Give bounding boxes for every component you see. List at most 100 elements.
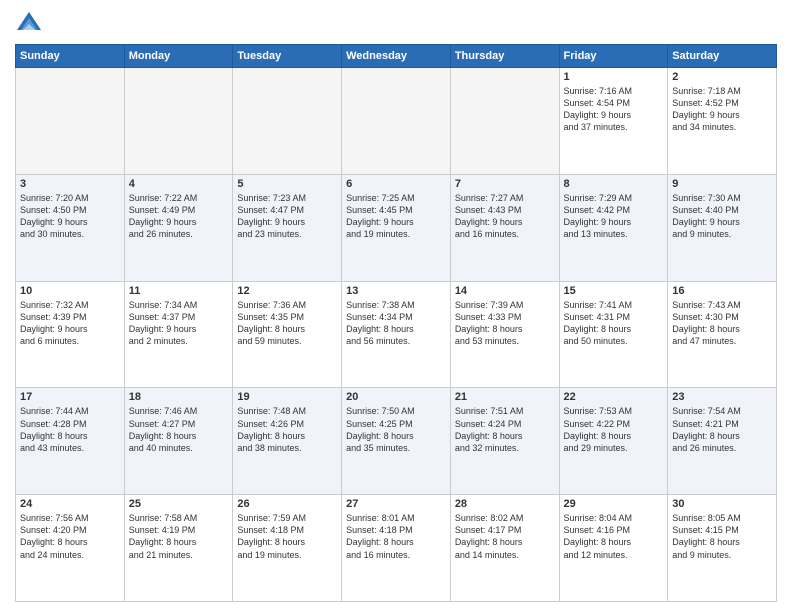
calendar-cell: 9 Sunrise: 7:30 AM Sunset: 4:40 PM Daylig… — [668, 174, 777, 281]
day-info: Sunrise: 7:56 AM Sunset: 4:20 PM Dayligh… — [20, 512, 120, 561]
calendar-cell — [124, 68, 233, 175]
day-number: 1 — [564, 71, 664, 83]
day-info: Sunrise: 7:18 AM Sunset: 4:52 PM Dayligh… — [672, 85, 772, 134]
calendar-table: SundayMondayTuesdayWednesdayThursdayFrid… — [15, 44, 777, 602]
calendar-cell: 19Sunrise: 7:48 AM Sunset: 4:26 PM Dayli… — [233, 388, 342, 495]
day-number: 25 — [129, 498, 229, 510]
day-info: Sunrise: 7:46 AM Sunset: 4:27 PM Dayligh… — [129, 405, 229, 454]
calendar-cell: 4 Sunrise: 7:22 AM Sunset: 4:49 PM Daylig… — [124, 174, 233, 281]
day-info: Sunrise: 7:16 AM Sunset: 4:54 PM Dayligh… — [564, 85, 664, 134]
calendar-cell: 20 Sunrise: 7:50 AM Sunset: 4:25 PM Dayli… — [342, 388, 451, 495]
day-number: 3 — [20, 178, 120, 190]
calendar-cell — [342, 68, 451, 175]
calendar-cell: 29Sunrise: 8:04 AM Sunset: 4:16 PM Dayli… — [559, 495, 668, 602]
calendar-cell: 7 Sunrise: 7:27 AM Sunset: 4:43 PM Daylig… — [450, 174, 559, 281]
day-number: 16 — [672, 285, 772, 297]
day-info: Sunrise: 7:51 AM Sunset: 4:24 PM Dayligh… — [455, 405, 555, 454]
day-number: 4 — [129, 178, 229, 190]
calendar-cell: 22Sunrise: 7:53 AM Sunset: 4:22 PM Dayli… — [559, 388, 668, 495]
weekday-header: Monday — [124, 45, 233, 68]
calendar-cell — [233, 68, 342, 175]
day-number: 21 — [455, 391, 555, 403]
weekday-header: Saturday — [668, 45, 777, 68]
calendar-cell: 27 Sunrise: 8:01 AM Sunset: 4:18 PM Dayli… — [342, 495, 451, 602]
day-number: 12 — [237, 285, 337, 297]
calendar-cell: 13 Sunrise: 7:38 AM Sunset: 4:34 PM Dayli… — [342, 281, 451, 388]
day-number: 2 — [672, 71, 772, 83]
calendar-week-row: 24 Sunrise: 7:56 AM Sunset: 4:20 PM Dayli… — [16, 495, 777, 602]
day-number: 8 — [564, 178, 664, 190]
day-number: 9 — [672, 178, 772, 190]
day-number: 26 — [237, 498, 337, 510]
calendar-cell: 30 Sunrise: 8:05 AM Sunset: 4:15 PM Dayli… — [668, 495, 777, 602]
calendar-cell — [16, 68, 125, 175]
day-info: Sunrise: 8:04 AM Sunset: 4:16 PM Dayligh… — [564, 512, 664, 561]
day-number: 30 — [672, 498, 772, 510]
calendar-cell: 15Sunrise: 7:41 AM Sunset: 4:31 PM Dayli… — [559, 281, 668, 388]
day-info: Sunrise: 7:27 AM Sunset: 4:43 PM Dayligh… — [455, 192, 555, 241]
calendar-week-row: 10Sunrise: 7:32 AM Sunset: 4:39 PM Dayli… — [16, 281, 777, 388]
day-number: 7 — [455, 178, 555, 190]
calendar-cell: 23 Sunrise: 7:54 AM Sunset: 4:21 PM Dayli… — [668, 388, 777, 495]
calendar-cell: 18 Sunrise: 7:46 AM Sunset: 4:27 PM Dayli… — [124, 388, 233, 495]
day-info: Sunrise: 8:02 AM Sunset: 4:17 PM Dayligh… — [455, 512, 555, 561]
day-number: 20 — [346, 391, 446, 403]
weekday-header: Thursday — [450, 45, 559, 68]
day-number: 24 — [20, 498, 120, 510]
day-info: Sunrise: 7:38 AM Sunset: 4:34 PM Dayligh… — [346, 299, 446, 348]
weekday-header: Friday — [559, 45, 668, 68]
weekday-header: Sunday — [16, 45, 125, 68]
day-info: Sunrise: 7:50 AM Sunset: 4:25 PM Dayligh… — [346, 405, 446, 454]
day-info: Sunrise: 7:59 AM Sunset: 4:18 PM Dayligh… — [237, 512, 337, 561]
weekday-header: Tuesday — [233, 45, 342, 68]
day-info: Sunrise: 7:58 AM Sunset: 4:19 PM Dayligh… — [129, 512, 229, 561]
calendar-cell: 3Sunrise: 7:20 AM Sunset: 4:50 PM Daylig… — [16, 174, 125, 281]
day-number: 23 — [672, 391, 772, 403]
calendar-cell: 2 Sunrise: 7:18 AM Sunset: 4:52 PM Daylig… — [668, 68, 777, 175]
day-number: 28 — [455, 498, 555, 510]
calendar-cell: 24 Sunrise: 7:56 AM Sunset: 4:20 PM Dayli… — [16, 495, 125, 602]
calendar-cell: 17 Sunrise: 7:44 AM Sunset: 4:28 PM Dayli… — [16, 388, 125, 495]
calendar-week-row: 1 Sunrise: 7:16 AM Sunset: 4:54 PM Daylig… — [16, 68, 777, 175]
calendar-week-row: 17 Sunrise: 7:44 AM Sunset: 4:28 PM Dayli… — [16, 388, 777, 495]
logo-icon — [15, 10, 43, 38]
calendar-cell: 12 Sunrise: 7:36 AM Sunset: 4:35 PM Dayli… — [233, 281, 342, 388]
day-info: Sunrise: 7:25 AM Sunset: 4:45 PM Dayligh… — [346, 192, 446, 241]
day-info: Sunrise: 7:54 AM Sunset: 4:21 PM Dayligh… — [672, 405, 772, 454]
day-info: Sunrise: 8:05 AM Sunset: 4:15 PM Dayligh… — [672, 512, 772, 561]
day-info: Sunrise: 7:29 AM Sunset: 4:42 PM Dayligh… — [564, 192, 664, 241]
calendar-cell: 11 Sunrise: 7:34 AM Sunset: 4:37 PM Dayli… — [124, 281, 233, 388]
calendar-page: SundayMondayTuesdayWednesdayThursdayFrid… — [0, 0, 792, 612]
logo — [15, 10, 47, 38]
weekday-header: Wednesday — [342, 45, 451, 68]
header — [15, 10, 777, 38]
day-info: Sunrise: 7:43 AM Sunset: 4:30 PM Dayligh… — [672, 299, 772, 348]
day-number: 11 — [129, 285, 229, 297]
calendar-cell: 5Sunrise: 7:23 AM Sunset: 4:47 PM Daylig… — [233, 174, 342, 281]
day-number: 10 — [20, 285, 120, 297]
day-number: 6 — [346, 178, 446, 190]
day-info: Sunrise: 7:30 AM Sunset: 4:40 PM Dayligh… — [672, 192, 772, 241]
calendar-cell: 21 Sunrise: 7:51 AM Sunset: 4:24 PM Dayli… — [450, 388, 559, 495]
calendar-cell: 25 Sunrise: 7:58 AM Sunset: 4:19 PM Dayli… — [124, 495, 233, 602]
weekday-header-row: SundayMondayTuesdayWednesdayThursdayFrid… — [16, 45, 777, 68]
day-number: 13 — [346, 285, 446, 297]
day-number: 18 — [129, 391, 229, 403]
day-info: Sunrise: 7:34 AM Sunset: 4:37 PM Dayligh… — [129, 299, 229, 348]
day-info: Sunrise: 7:36 AM Sunset: 4:35 PM Dayligh… — [237, 299, 337, 348]
day-info: Sunrise: 8:01 AM Sunset: 4:18 PM Dayligh… — [346, 512, 446, 561]
calendar-cell: 10Sunrise: 7:32 AM Sunset: 4:39 PM Dayli… — [16, 281, 125, 388]
day-number: 22 — [564, 391, 664, 403]
day-info: Sunrise: 7:44 AM Sunset: 4:28 PM Dayligh… — [20, 405, 120, 454]
calendar-cell: 14 Sunrise: 7:39 AM Sunset: 4:33 PM Dayli… — [450, 281, 559, 388]
day-info: Sunrise: 7:39 AM Sunset: 4:33 PM Dayligh… — [455, 299, 555, 348]
day-number: 27 — [346, 498, 446, 510]
day-number: 14 — [455, 285, 555, 297]
calendar-cell: 16 Sunrise: 7:43 AM Sunset: 4:30 PM Dayli… — [668, 281, 777, 388]
calendar-cell — [450, 68, 559, 175]
day-number: 19 — [237, 391, 337, 403]
day-number: 15 — [564, 285, 664, 297]
calendar-cell: 28 Sunrise: 8:02 AM Sunset: 4:17 PM Dayli… — [450, 495, 559, 602]
day-info: Sunrise: 7:22 AM Sunset: 4:49 PM Dayligh… — [129, 192, 229, 241]
day-number: 17 — [20, 391, 120, 403]
